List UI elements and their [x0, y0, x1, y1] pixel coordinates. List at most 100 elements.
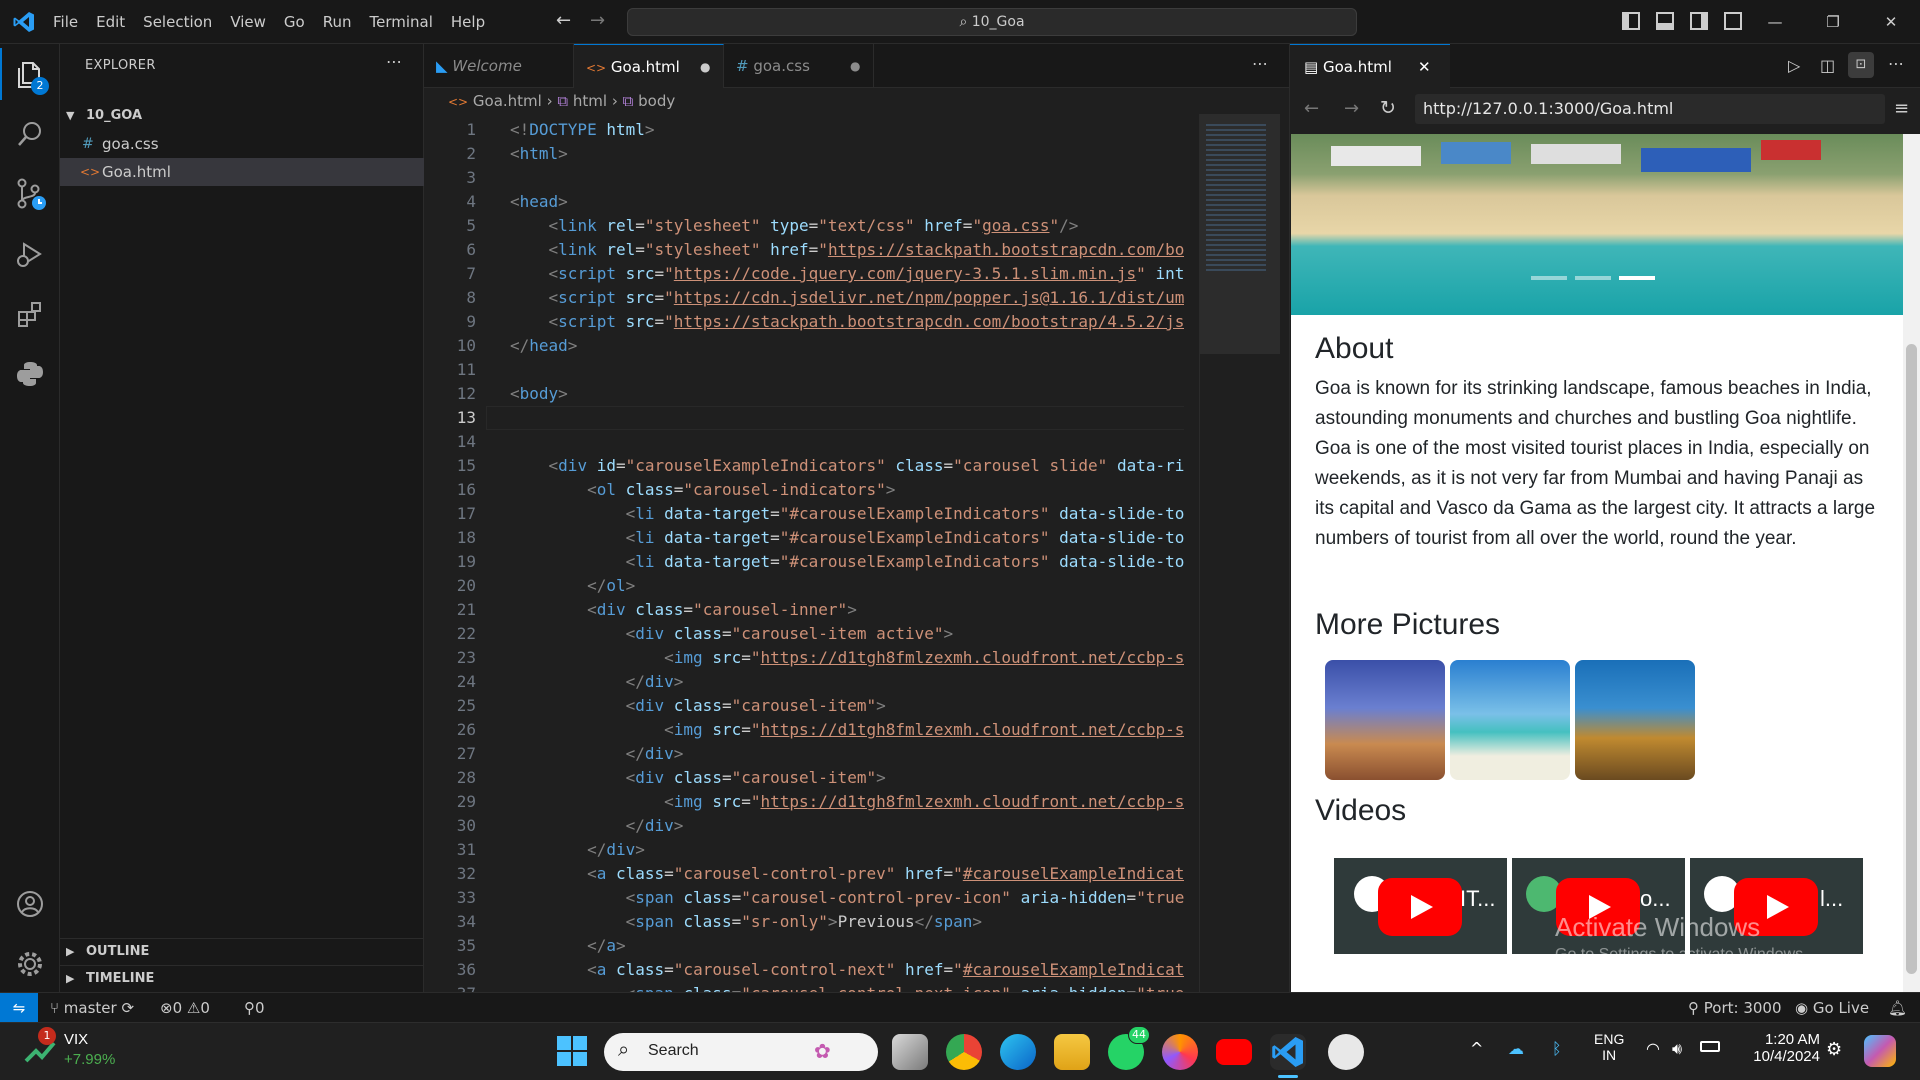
file-explorer-icon[interactable]: [1054, 1034, 1090, 1070]
close-tab-icon[interactable]: ✕: [1418, 45, 1431, 89]
menu-file[interactable]: File: [44, 0, 87, 44]
command-center[interactable]: ⌕ 10_Goa: [627, 8, 1357, 36]
lock-icon[interactable]: ⊡: [1848, 52, 1874, 78]
browser-forward-icon[interactable]: →: [1344, 98, 1359, 119]
chrome-icon[interactable]: [946, 1034, 982, 1070]
file-row-goa-html[interactable]: <> Goa.html: [60, 158, 424, 186]
nav-forward-icon[interactable]: →: [590, 10, 605, 31]
minimap-slider[interactable]: [1200, 114, 1280, 354]
menu-help[interactable]: Help: [442, 0, 494, 44]
picture-thumbnail[interactable]: [1575, 660, 1695, 780]
code-area[interactable]: 1 2 3 4 5 6 7 8 9 10 11 12 13 14 15 16 1…: [424, 114, 1184, 992]
video-embed[interactable]: IT...: [1334, 858, 1507, 954]
menu-run[interactable]: Run: [314, 0, 361, 44]
customize-layout-icon[interactable]: [1724, 12, 1742, 30]
toggle-sidebar-icon[interactable]: [1622, 12, 1640, 30]
activity-bar: 2: [0, 44, 60, 992]
taskbar-search[interactable]: ⌕ Search ✿: [604, 1033, 878, 1071]
menu-selection[interactable]: Selection: [134, 0, 221, 44]
browser-back-icon[interactable]: ←: [1304, 98, 1319, 119]
toggle-panel-icon[interactable]: [1656, 12, 1674, 30]
clock[interactable]: 1:20 AM 10/4/2024: [1740, 1031, 1820, 1065]
problems-status[interactable]: ⊗0 ⚠0: [160, 993, 210, 1023]
firefox-icon[interactable]: [1162, 1034, 1198, 1070]
tab-browser[interactable]: ▤ Goa.html ✕: [1290, 44, 1450, 88]
picture-thumbnail[interactable]: [1450, 660, 1570, 780]
breadcrumb-body[interactable]: body: [638, 92, 675, 110]
onedrive-icon[interactable]: ☁: [1508, 1039, 1524, 1058]
wifi-icon[interactable]: ◠: [1646, 1039, 1660, 1058]
toggle-secondary-sidebar-icon[interactable]: [1690, 12, 1708, 30]
nav-back-icon[interactable]: ←: [556, 10, 571, 31]
minimap[interactable]: [1199, 114, 1280, 992]
folder-row[interactable]: ▼ 10_GOA: [60, 102, 424, 130]
accounts-icon[interactable]: [0, 874, 60, 934]
vscode-taskbar-icon[interactable]: [1270, 1034, 1306, 1070]
breadcrumb-file[interactable]: Goa.html: [473, 92, 542, 110]
webpage-scrollbar[interactable]: [1903, 134, 1920, 992]
live-server-port[interactable]: ⚲ Port: 3000: [1688, 993, 1782, 1023]
file-row-goa-css[interactable]: # goa.css: [60, 130, 424, 158]
more-actions-icon[interactable]: ⋯: [1888, 54, 1904, 73]
python-icon[interactable]: [0, 344, 60, 404]
edge-icon[interactable]: [1000, 1034, 1036, 1070]
picture-thumbnail[interactable]: [1325, 660, 1445, 780]
menu-hamburger-icon[interactable]: ≡: [1894, 98, 1909, 119]
chevron-right-icon: ›: [611, 92, 618, 110]
run-debug-icon[interactable]: [0, 224, 60, 284]
task-view-icon[interactable]: [892, 1034, 928, 1070]
tab-welcome[interactable]: ◣ Welcome: [424, 44, 574, 88]
carousel-indicator[interactable]: [1575, 276, 1611, 280]
source-control-icon[interactable]: [0, 164, 60, 224]
reload-icon[interactable]: ↻: [1380, 97, 1396, 119]
settings-gear-icon[interactable]: ⚙: [1826, 1039, 1842, 1060]
copilot-icon[interactable]: [1864, 1035, 1896, 1067]
maximize-icon[interactable]: ❐: [1810, 0, 1856, 44]
tab-goa-html[interactable]: <> Goa.html ●: [574, 44, 724, 88]
bluetooth-icon[interactable]: ᛒ: [1552, 1039, 1562, 1058]
youtube-app-icon[interactable]: [1216, 1039, 1252, 1065]
url-input[interactable]: http://127.0.0.1:3000/Goa.html: [1415, 94, 1885, 124]
outline-section[interactable]: ▶ OUTLINE: [60, 938, 424, 965]
battery-icon[interactable]: [1700, 1041, 1720, 1052]
unsaved-dot-icon[interactable]: ●: [850, 44, 860, 88]
volume-icon[interactable]: 🔊︎: [1672, 1039, 1682, 1059]
tab-label: Goa.html: [610, 58, 680, 76]
ports-status[interactable]: ⚲0: [244, 993, 265, 1023]
youtube-play-icon[interactable]: [1378, 878, 1462, 936]
carousel-indicator[interactable]: [1531, 276, 1567, 280]
scrollbar-thumb[interactable]: [1906, 344, 1917, 974]
menu-edit[interactable]: Edit: [87, 0, 134, 44]
tab-goa-css[interactable]: # goa.css ●: [724, 44, 874, 88]
chevron-up-icon[interactable]: ^: [1470, 1039, 1483, 1058]
line-number: 12: [456, 384, 476, 403]
waves-app-icon[interactable]: [1328, 1034, 1364, 1070]
carousel-indicator-active[interactable]: [1619, 276, 1655, 280]
unsaved-dot-icon[interactable]: ●: [700, 45, 710, 89]
more-actions-icon[interactable]: ⋯: [1252, 54, 1268, 73]
menu-go[interactable]: Go: [275, 0, 314, 44]
video-title: l...: [1820, 886, 1844, 911]
timeline-section[interactable]: ▶ TIMELINE: [60, 965, 424, 992]
branch-status[interactable]: ⑂ master ⟳: [50, 993, 134, 1023]
minimize-icon[interactable]: —: [1752, 0, 1798, 44]
more-actions-icon[interactable]: ⋯: [386, 52, 402, 71]
windows-start-icon[interactable]: [556, 1035, 588, 1067]
explorer-icon[interactable]: 2: [0, 44, 60, 104]
search-activity-icon[interactable]: [0, 104, 60, 164]
stock-widget-icon[interactable]: 1: [22, 1027, 58, 1069]
breadcrumb-html[interactable]: html: [573, 92, 607, 110]
close-icon[interactable]: ✕: [1868, 0, 1914, 44]
remote-icon[interactable]: ⇋: [0, 993, 38, 1023]
go-live-button[interactable]: ◉ Go Live: [1795, 993, 1869, 1023]
carousel-image[interactable]: [1291, 134, 1903, 315]
notifications-bell-icon[interactable]: 🔔︎: [1888, 993, 1907, 1023]
manage-gear-icon[interactable]: [0, 934, 60, 994]
language-indicator[interactable]: ENG IN: [1594, 1031, 1624, 1063]
menu-terminal[interactable]: Terminal: [361, 0, 442, 44]
run-icon[interactable]: ▷: [1788, 56, 1800, 75]
split-editor-icon[interactable]: ◫: [1820, 56, 1835, 75]
extensions-icon[interactable]: [0, 284, 60, 344]
menu-view[interactable]: View: [221, 0, 275, 44]
whatsapp-icon[interactable]: 44: [1108, 1026, 1150, 1070]
